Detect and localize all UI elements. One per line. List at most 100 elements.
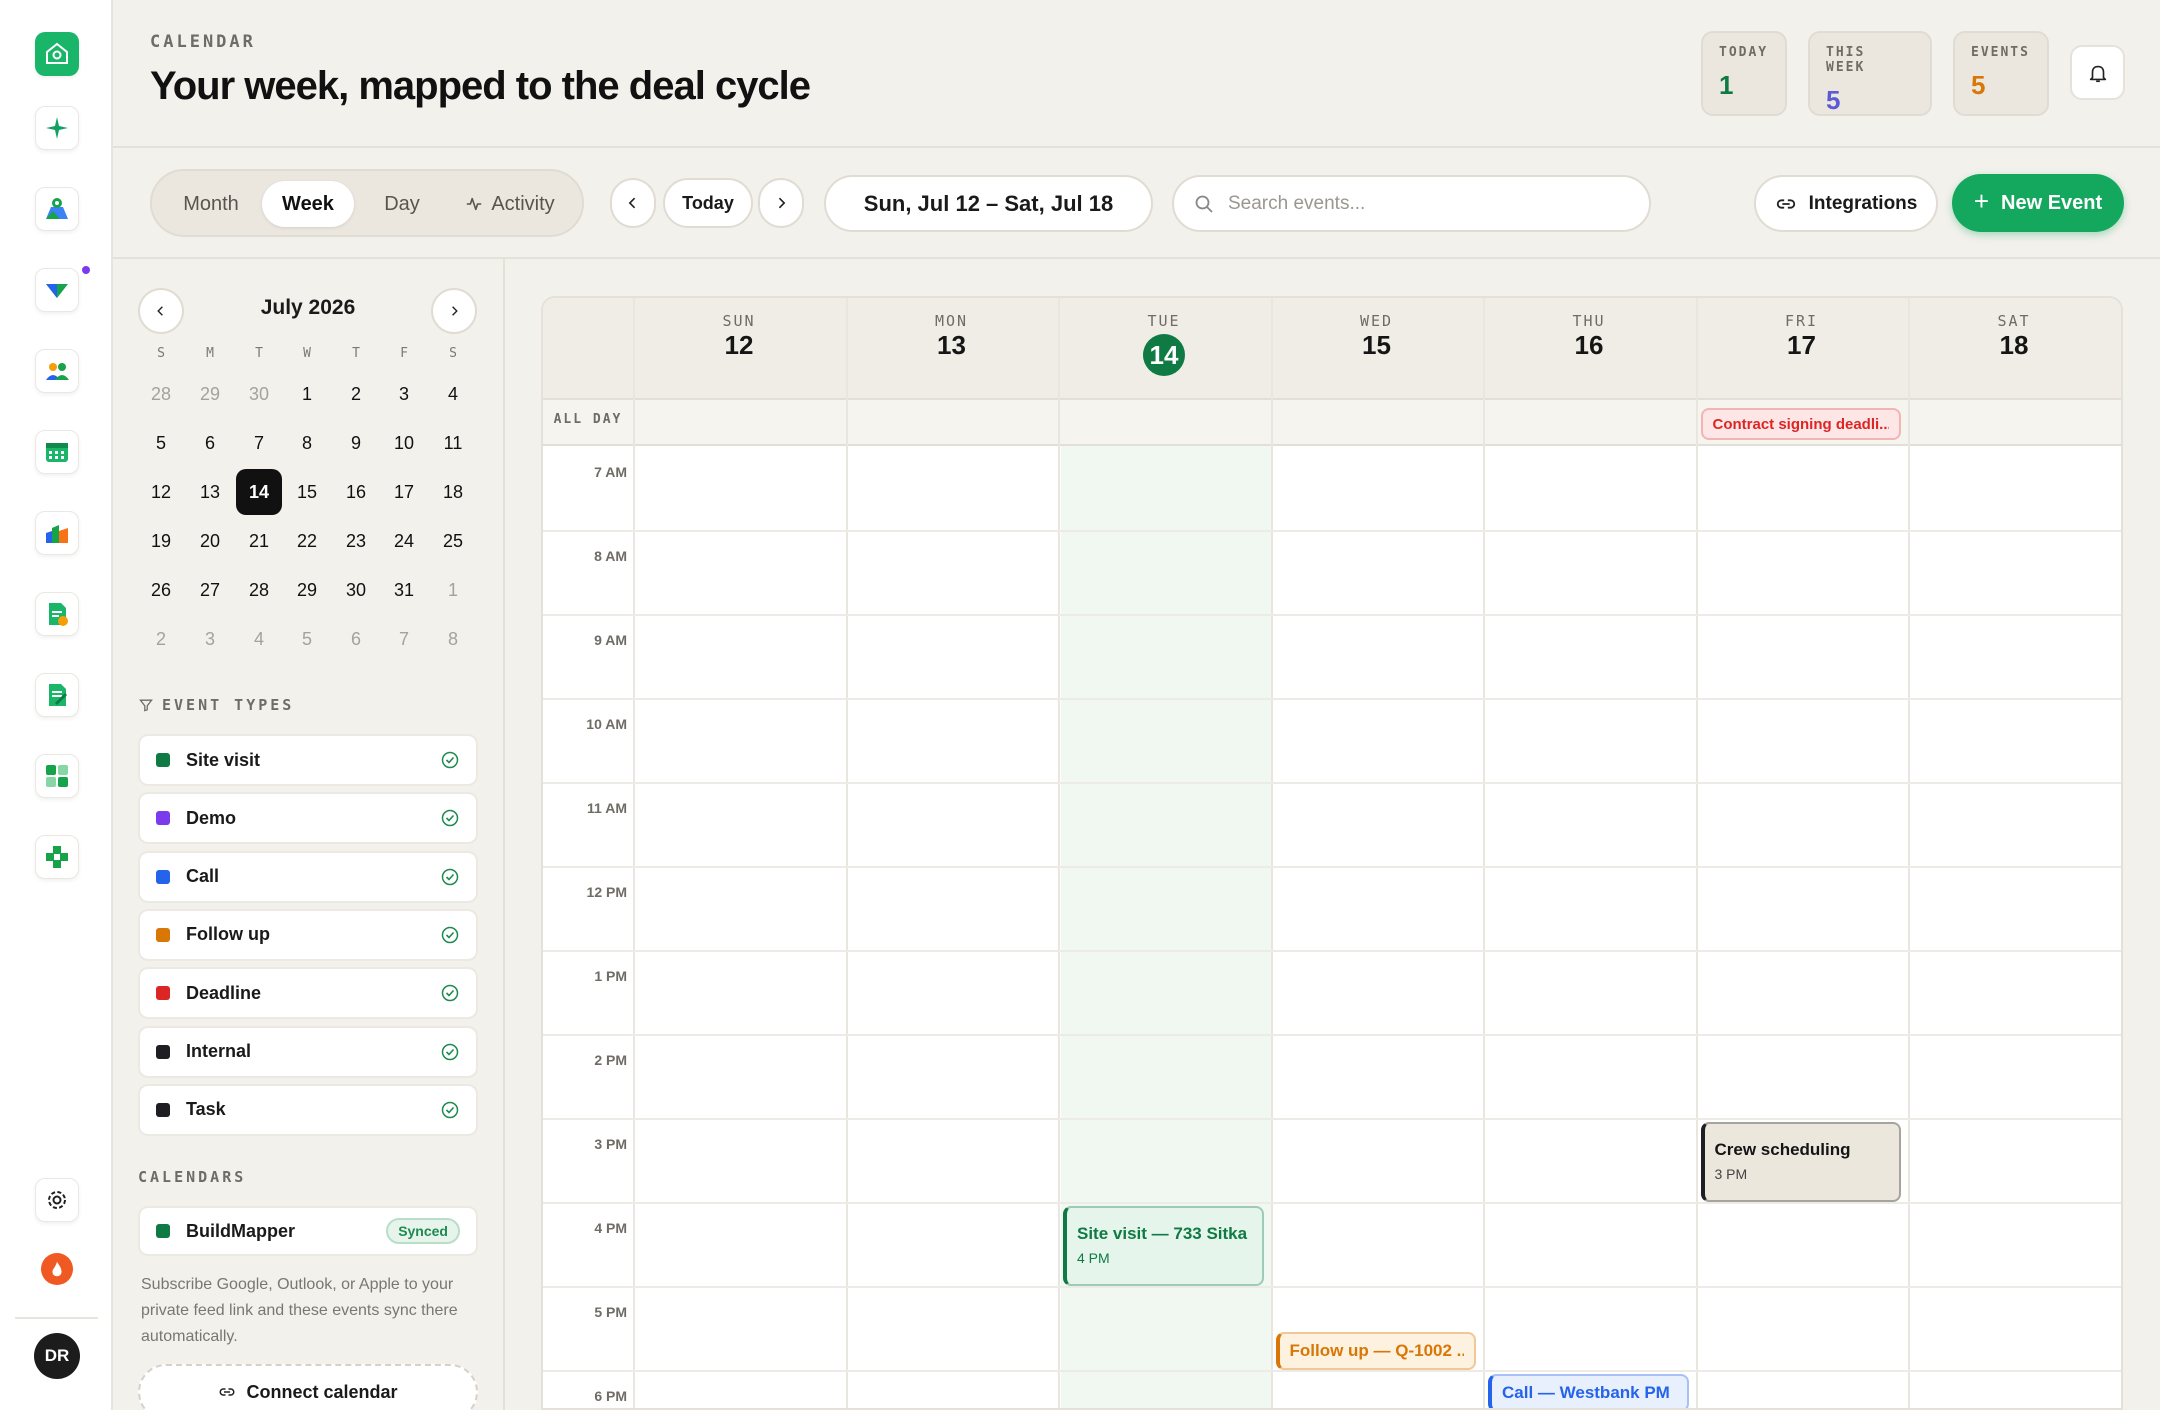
calendar-icon[interactable] (35, 430, 79, 474)
calendar-event[interactable]: Site visit — 733 Sitka ... 4 PM (1063, 1206, 1264, 1286)
analytics-icon[interactable] (35, 511, 79, 555)
prev-week-button[interactable] (610, 178, 656, 228)
day-header-thu[interactable]: THU 16 (1483, 312, 1695, 361)
event-type-site-visit[interactable]: Site visit (138, 734, 478, 786)
mini-day-cell[interactable]: 18 (430, 469, 476, 515)
sparkle-ai-icon[interactable] (35, 106, 79, 150)
type-color-swatch (156, 1044, 170, 1059)
mini-day-cell[interactable]: 23 (333, 518, 379, 564)
mini-day-cell[interactable]: 30 (333, 567, 379, 613)
settings-gear-icon[interactable] (35, 1178, 79, 1222)
mini-day-cell[interactable]: 12 (138, 469, 184, 515)
column-divider (2120, 298, 2121, 1408)
user-avatar[interactable]: DR (34, 1333, 80, 1379)
calendar-event[interactable]: Call — Westbank PM (1488, 1374, 1689, 1408)
day-header-wed[interactable]: WED 15 (1271, 312, 1483, 361)
contacts-icon[interactable] (35, 349, 79, 393)
new-event-button[interactable]: + New Event (1952, 174, 2124, 232)
mini-day-cell[interactable]: 16 (333, 469, 379, 515)
event-type-internal[interactable]: Internal (138, 1025, 478, 1078)
mini-day-cell[interactable]: 15 (284, 469, 330, 515)
document-edit-icon[interactable] (35, 673, 79, 717)
mini-next-month-button[interactable] (431, 288, 477, 334)
event-type-follow-up[interactable]: Follow up (138, 908, 478, 961)
mini-day-cell[interactable]: 4 (430, 371, 476, 417)
mini-day-cell[interactable]: 3 (381, 371, 427, 417)
day-of-week: WED (1359, 312, 1394, 330)
calendar-event[interactable]: Contract signing deadli... (1700, 408, 1901, 440)
mini-day-cell[interactable]: 19 (138, 518, 184, 564)
mini-day-cell[interactable]: 21 (236, 518, 282, 564)
mini-day-cell[interactable]: 30 (236, 371, 282, 417)
map-pin-icon[interactable] (35, 187, 79, 231)
mini-day-cell[interactable]: 29 (284, 567, 330, 613)
mini-day-cell[interactable]: 3 (187, 616, 233, 662)
mini-day-cell[interactable]: 24 (381, 518, 427, 564)
today-button[interactable]: Today (663, 178, 753, 228)
event-type-task[interactable]: Task (138, 1083, 478, 1136)
event-type-deadline[interactable]: Deadline (138, 967, 478, 1020)
mini-day-cell[interactable]: 25 (430, 518, 476, 564)
day-header-sun[interactable]: SUN 12 (633, 312, 845, 361)
mini-day-cell[interactable]: 26 (138, 567, 184, 613)
view-week-tab[interactable]: Week (262, 181, 354, 227)
mini-prev-month-button[interactable] (138, 288, 184, 334)
notifications-bell-icon[interactable] (2070, 45, 2125, 100)
stat-today: TODAY 1 (1701, 31, 1787, 116)
invoice-icon[interactable] (35, 592, 79, 636)
streak-flame-icon[interactable] (41, 1253, 73, 1285)
weekday-initial: T (352, 346, 360, 361)
mini-day-cell[interactable]: 5 (284, 616, 330, 662)
mini-day-cell[interactable]: 2 (333, 371, 379, 417)
day-of-week: SAT (1997, 312, 2031, 330)
day-header-sat[interactable]: SAT 18 (1908, 312, 2120, 361)
mini-day-cell[interactable]: 7 (381, 616, 427, 662)
day-header-tue[interactable]: TUE 14 (1058, 312, 1270, 376)
date-range-display[interactable]: Sun, Jul 12 – Sat, Jul 18 (824, 175, 1153, 232)
mini-day-cell[interactable]: 27 (187, 567, 233, 613)
mini-day-cell[interactable]: 28 (236, 567, 282, 613)
event-type-call[interactable]: Call (138, 850, 478, 903)
day-number: 18 (1999, 330, 2029, 360)
mini-day-cell[interactable]: 28 (138, 371, 184, 417)
search-input[interactable]: Search events... (1228, 193, 1365, 215)
mini-day-cell[interactable]: 9 (333, 420, 379, 466)
mini-day-cell[interactable]: 14 (236, 469, 282, 515)
view-month-tab[interactable]: Month (168, 181, 254, 227)
mini-day-cell[interactable]: 17 (381, 469, 427, 515)
view-activity-tab[interactable]: Activity (448, 181, 572, 227)
mini-day-cell[interactable]: 22 (284, 518, 330, 564)
mini-day-cell[interactable]: 6 (187, 420, 233, 466)
mini-day-cell[interactable]: 8 (284, 420, 330, 466)
event-type-demo[interactable]: Demo (138, 792, 478, 845)
view-day-tab[interactable]: Day (362, 181, 442, 227)
home-logo-icon[interactable] (35, 32, 79, 76)
mini-day-cell[interactable]: 8 (430, 616, 476, 662)
mini-day-cell[interactable]: 10 (381, 420, 427, 466)
integrations-puzzle-icon[interactable] (35, 835, 79, 879)
mini-day-cell[interactable]: 5 (138, 420, 184, 466)
mini-day-cell[interactable]: 29 (187, 371, 233, 417)
mini-day-cell[interactable]: 7 (236, 420, 282, 466)
day-header-fri[interactable]: FRI 17 (1696, 312, 1908, 361)
mini-day-cell[interactable]: 11 (430, 420, 476, 466)
integrations-button[interactable]: Integrations (1754, 175, 1938, 232)
mini-day-cell[interactable]: 1 (284, 371, 330, 417)
mini-day-cell[interactable]: 13 (187, 469, 233, 515)
mini-day-cell[interactable]: 6 (333, 616, 379, 662)
calendar-source-row[interactable]: BuildMapper Synced (138, 1206, 478, 1256)
deals-funnel-icon[interactable] (35, 268, 79, 312)
mini-day-cell[interactable]: 2 (138, 616, 184, 662)
calendar-event[interactable]: Follow up — Q-1002 ... (1275, 1332, 1476, 1370)
mini-day-cell[interactable]: 1 (430, 567, 476, 613)
mini-day-cell[interactable]: 31 (381, 567, 427, 613)
mini-day-cell[interactable]: 4 (236, 616, 282, 662)
mini-day-cell[interactable]: 20 (187, 518, 233, 564)
next-week-button[interactable] (758, 178, 804, 228)
search-box[interactable]: Search events... (1172, 175, 1651, 232)
day-header-mon[interactable]: MON 13 (846, 312, 1058, 361)
check-circle-icon (441, 984, 459, 1002)
connect-calendar-button[interactable]: Connect calendar (138, 1364, 478, 1410)
calendar-event[interactable]: Crew scheduling 3 PM (1700, 1122, 1901, 1202)
apps-grid-icon[interactable] (35, 754, 79, 798)
